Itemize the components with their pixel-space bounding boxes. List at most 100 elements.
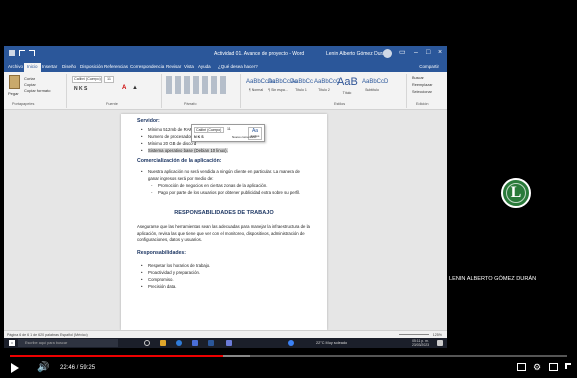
style-title[interactable]: AaB Título <box>337 76 358 98</box>
app-icon[interactable] <box>226 340 232 346</box>
document-area: Servidor: Mínimo 512mb de RAM. Numero de… <box>4 110 447 330</box>
paragraph-text: Asegurarse que las herramientas sean las… <box>137 224 310 243</box>
tab-inicio[interactable]: Inicio <box>24 63 41 72</box>
fullscreen-icon[interactable] <box>565 363 571 369</box>
quick-access-toolbar <box>9 50 35 56</box>
volume-icon[interactable]: 🔊 <box>37 362 49 374</box>
highlight-icon[interactable]: ▲ <box>132 85 138 91</box>
floating-format-toolbar: Calibri (Cuerpo) 11 N K S Aa Estilos Nue… <box>191 124 265 142</box>
list-item: Precisión data. <box>141 284 177 289</box>
app-icon[interactable] <box>288 340 294 346</box>
participant-tile: L LENIN ALBERTO GÓMEZ DURÁN <box>449 46 573 338</box>
weather-widget[interactable]: 22°C Muy soleado <box>316 341 347 345</box>
close-icon[interactable]: × <box>438 49 442 57</box>
list-item: Mínimo 20 GB de disco d <box>141 141 196 146</box>
word-icon[interactable] <box>208 340 214 346</box>
ribbon-display-icon[interactable]: ▭ <box>399 49 406 57</box>
comercializacion-heading: Comercialización de la aplicación: <box>137 158 222 164</box>
font-size-select[interactable]: 11 <box>104 76 114 83</box>
mini-font-select[interactable]: Calibri (Cuerpo) <box>194 127 224 133</box>
notifications-icon[interactable] <box>437 340 443 346</box>
share-button[interactable]: Compartir <box>419 64 439 69</box>
clipboard-group-label: Portapapeles <box>12 102 35 106</box>
ribbon-tabs: Archivo Inicio Insertar Diseño Disposici… <box>4 62 447 72</box>
list-item: Numero de procesadores <box>141 134 196 139</box>
list-item: Nuestra aplicación no será vendida a nin… <box>141 169 300 174</box>
tab-vista[interactable]: Vista <box>184 64 194 69</box>
undo-icon[interactable] <box>19 50 25 56</box>
replace-button[interactable]: Reemplazar <box>412 83 432 87</box>
responsabilidades-title: RESPONSABILIDADES DE TRABAJO <box>174 210 274 216</box>
signed-in-user[interactable]: Lenin Alberto Gómez Durán <box>326 51 388 57</box>
tab-archivo[interactable]: Archivo <box>8 64 23 69</box>
windows-start-icon[interactable] <box>9 340 15 346</box>
style-subtitle[interactable]: AaBbCcD Subtítulo <box>362 76 388 98</box>
tab-correspondencia[interactable]: Correspondencia <box>130 64 164 69</box>
list-item: Respetar los horarios de trabajo. <box>141 263 210 268</box>
mini-size-select[interactable]: 11 <box>227 127 231 131</box>
video-controls: 🔊 22:46 / 59:25 ⚙ <box>0 350 577 378</box>
tab-insertar[interactable]: Insertar <box>42 64 57 69</box>
video-player: Actividad 01. Avance de proyecto - Word … <box>0 0 577 378</box>
maximize-icon[interactable]: □ <box>426 49 430 57</box>
save-icon[interactable] <box>9 50 15 56</box>
task-view-icon[interactable] <box>144 340 150 346</box>
played-bar <box>10 355 224 357</box>
subtitles-icon[interactable] <box>517 363 526 371</box>
edge-icon[interactable] <box>176 340 182 346</box>
avatar: L <box>501 178 531 208</box>
settings-gear-icon[interactable]: ⚙ <box>533 363 542 372</box>
miniplayer-icon[interactable] <box>549 363 558 371</box>
paragraph-text: ganar ingresos será por medio de: <box>148 176 214 181</box>
system-clock[interactable]: 05:11 p. m. 23/03/2023 <box>412 339 429 347</box>
list-item: Proactividad y preparación. <box>141 270 200 275</box>
paste-icon[interactable] <box>9 75 20 89</box>
zoom-slider[interactable] <box>399 334 429 335</box>
select-button[interactable]: Seleccionar <box>412 90 432 94</box>
sub-list-item: Pago por parte de los usuarios por obten… <box>151 190 300 195</box>
styles-group-label: Estilos <box>334 102 346 106</box>
tab-revisar[interactable]: Revisar <box>166 64 181 69</box>
zoom-level[interactable]: 125% <box>433 333 442 337</box>
progress-bar[interactable] <box>10 355 567 357</box>
app-icon[interactable] <box>192 340 198 346</box>
font-name-select[interactable]: Calibri (Cuerpo) <box>72 76 102 83</box>
responsabilidades-heading: Responsabilidades: <box>137 250 187 256</box>
minimize-icon[interactable]: – <box>414 49 418 57</box>
play-icon[interactable] <box>11 363 19 373</box>
editing-group-label: Edición <box>416 102 429 106</box>
font-group-label: Fuente <box>106 102 118 106</box>
paragraph-buttons[interactable] <box>166 76 228 94</box>
tell-me-search[interactable]: ¿Qué desea hacer? <box>218 64 258 69</box>
user-avatar[interactable] <box>383 49 392 58</box>
sub-list-item: Promoción de negocios en ciertas zonas d… <box>151 183 267 188</box>
cut-button[interactable]: Cortar <box>24 76 35 81</box>
redo-icon[interactable] <box>29 50 35 56</box>
find-button[interactable]: Buscar <box>412 76 424 80</box>
tab-ayuda[interactable]: Ayuda <box>198 64 211 69</box>
format-painter-button[interactable]: Copiar formato <box>24 88 50 93</box>
file-explorer-icon[interactable] <box>160 340 166 346</box>
servidor-heading: Servidor: <box>137 118 160 124</box>
bold-italic-underline-buttons[interactable]: N K S <box>74 86 87 92</box>
tab-referencias[interactable]: Referencias <box>104 64 128 69</box>
paste-button[interactable]: Pegar <box>8 91 19 96</box>
document-title: Actividad 01. Avance de proyecto - Word <box>214 51 305 57</box>
style-normal[interactable]: AaBbCcDc ¶ Normal <box>246 76 275 98</box>
style-no-spacing[interactable]: AaBbCcDc ¶ Sin espa... <box>268 76 297 98</box>
taskbar-search[interactable]: Escribe aquí para buscar <box>18 339 118 347</box>
document-page[interactable]: Servidor: Mínimo 512mb de RAM. Numero de… <box>121 114 327 330</box>
ribbon: Pegar Cortar Copiar Copiar formato Porta… <box>4 72 447 110</box>
tab-diseno[interactable]: Diseño <box>62 64 76 69</box>
new-comment-button[interactable]: Nuevo comentario <box>232 135 256 139</box>
list-item: Mínimo 512mb de RAM. <box>141 127 194 132</box>
style-heading-1[interactable]: AaBbCc Título 1 <box>291 76 313 98</box>
mini-format-buttons[interactable]: N K S <box>194 135 204 139</box>
word-title-bar: Actividad 01. Avance de proyecto - Word … <box>4 46 447 62</box>
participant-name: LENIN ALBERTO GÓMEZ DURÁN <box>449 276 537 282</box>
tab-disposicion[interactable]: Disposición <box>80 64 103 69</box>
style-heading-2[interactable]: AaBbCcC Título 2 <box>314 76 340 98</box>
font-color-icon[interactable]: A <box>122 85 126 91</box>
page-info: Página 6 de 6 1 de 620 palabras Español … <box>7 333 88 337</box>
copy-button[interactable]: Copiar <box>24 82 36 87</box>
